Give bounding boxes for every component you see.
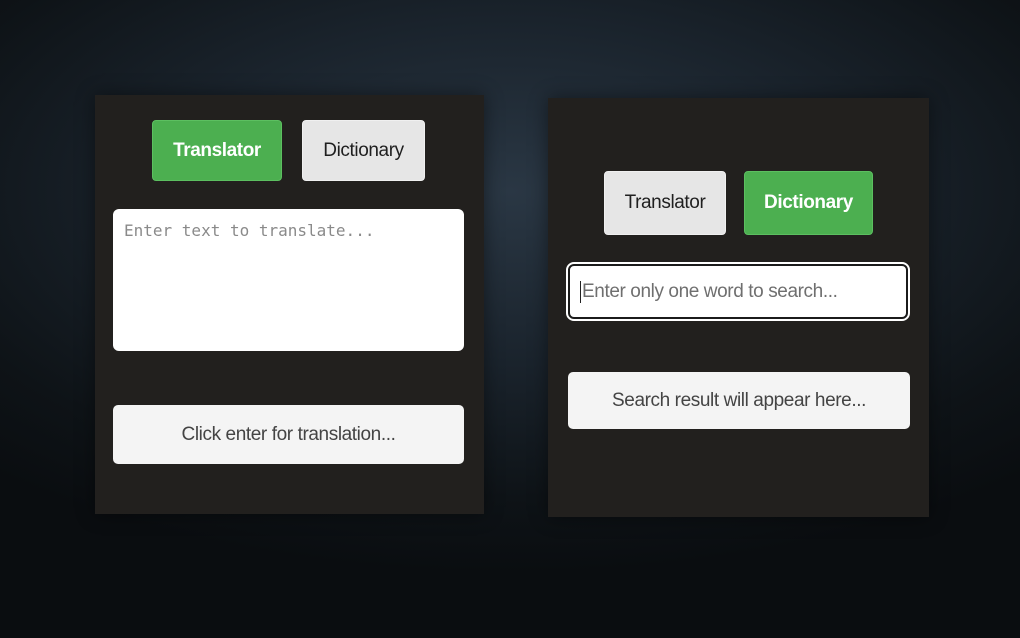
translation-result: Click enter for translation... <box>113 405 464 464</box>
tab-dictionary[interactable]: Dictionary <box>744 171 873 235</box>
word-search-placeholder: Enter only one word to search... <box>582 280 838 302</box>
search-result-text: Search result will appear here... <box>612 389 866 411</box>
search-result: Search result will appear here... <box>568 372 910 429</box>
text-caret <box>580 280 581 303</box>
translate-input-placeholder: Enter text to translate... <box>124 221 375 240</box>
tab-dictionary[interactable]: Dictionary <box>302 120 425 181</box>
tab-translator[interactable]: Translator <box>604 171 726 235</box>
translator-panel: Translator Dictionary Enter text to tran… <box>95 95 484 514</box>
word-search-input[interactable]: Enter only one word to search... <box>566 262 910 321</box>
tab-translator[interactable]: Translator <box>152 120 282 181</box>
translation-result-text: Click enter for translation... <box>181 423 396 445</box>
translate-text-input[interactable]: Enter text to translate... <box>113 209 464 351</box>
dictionary-panel: Translator Dictionary Enter only one wor… <box>548 98 929 517</box>
